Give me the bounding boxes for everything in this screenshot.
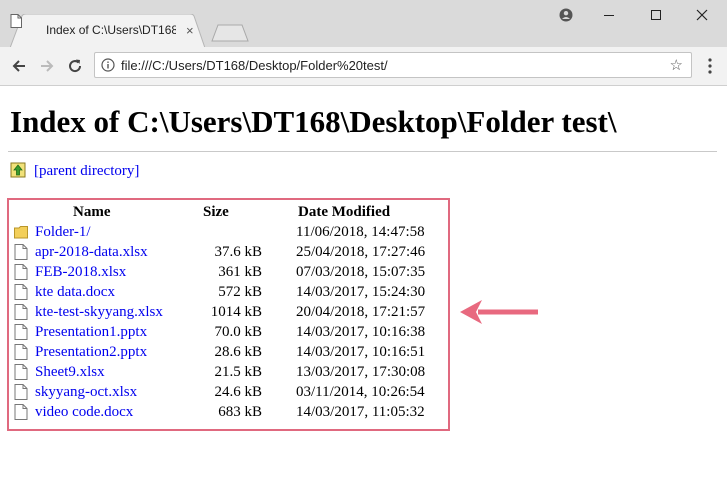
tab-close-icon[interactable]: × <box>186 23 194 38</box>
list-item[interactable]: Sheet9.xlsx 21.5 kB 13/03/2017, 17:30:08 <box>9 362 448 382</box>
browser-tab[interactable]: Index of C:\Users\DT168\ × <box>10 14 205 48</box>
maximize-button[interactable] <box>636 4 676 26</box>
file-name-link[interactable]: Presentation2.pptx <box>35 344 147 361</box>
file-size: 1014 kB <box>210 304 262 320</box>
reload-icon <box>69 59 82 73</box>
page-icon <box>10 14 22 28</box>
file-date-modified: 14/03/2017, 11:05:32 <box>296 404 425 420</box>
file-date-modified: 07/03/2018, 15:07:35 <box>296 264 426 280</box>
file-icon <box>14 324 28 340</box>
file-icon <box>14 304 28 320</box>
file-date-modified: 14/03/2017, 15:24:30 <box>296 284 426 300</box>
parent-directory-link[interactable]: [parent directory] <box>34 163 139 180</box>
list-item[interactable]: kte data.docx 572 kB 14/03/2017, 15:24:30 <box>9 282 448 302</box>
file-date-modified: 20/04/2018, 17:21:57 <box>296 304 426 320</box>
file-date-modified: 25/04/2018, 17:27:46 <box>296 244 426 260</box>
address-bar[interactable]: file:///C:/Users/DT168/Desktop/Folder%20… <box>94 52 692 78</box>
list-item[interactable]: kte-test-skyyang.xlsx 1014 kB 20/04/2018, … <box>9 302 448 322</box>
forward-button[interactable] <box>35 54 59 78</box>
back-arrow-icon <box>12 60 25 72</box>
file-date-modified: 03/11/2014, 10:26:54 <box>296 384 425 400</box>
file-name-link[interactable]: Sheet9.xlsx <box>35 364 105 381</box>
file-icon <box>14 264 28 280</box>
minimize-icon <box>604 15 614 16</box>
file-date-modified: 14/03/2017, 10:16:51 <box>296 344 426 360</box>
file-date-modified: 14/03/2017, 10:16:38 <box>296 324 426 340</box>
info-icon[interactable] <box>101 58 115 72</box>
file-icon <box>14 244 28 260</box>
list-item[interactable]: skyyang-oct.xlsx 24.6 kB 03/11/2014, 10:26… <box>9 382 448 402</box>
file-size: 683 kB <box>218 404 262 420</box>
maximize-icon <box>651 10 661 20</box>
file-icon <box>14 404 28 420</box>
file-icon <box>14 344 28 360</box>
bookmark-star-icon[interactable]: ☆ <box>670 56 683 75</box>
file-icon <box>14 284 28 300</box>
back-button[interactable] <box>7 54 31 78</box>
file-size: 572 kB <box>218 284 262 300</box>
file-name-link[interactable]: skyyang-oct.xlsx <box>35 384 137 401</box>
directory-listing: Name Size Date Modified Folder-1/11/06/2… <box>7 198 450 431</box>
file-name-link[interactable]: video code.docx <box>35 404 133 421</box>
tab-title: Index of C:\Users\DT168\ <box>46 23 176 37</box>
list-item[interactable]: video code.docx 683 kB 14/03/2017, 11:05:3… <box>9 402 448 422</box>
list-item[interactable]: Presentation1.pptx 70.0 kB 14/03/2017, 10:… <box>9 322 448 342</box>
new-tab-button[interactable] <box>210 24 250 42</box>
file-name-link[interactable]: kte-test-skyyang.xlsx <box>35 304 163 321</box>
file-icon <box>14 364 28 380</box>
file-size: 361 kB <box>218 264 262 280</box>
page-title: Index of C:\Users\DT168\Desktop\Folder t… <box>10 104 617 139</box>
browser-menu-icon[interactable] <box>704 56 716 76</box>
file-name-link[interactable]: FEB-2018.xlsx <box>35 264 126 281</box>
close-window-button[interactable] <box>682 4 722 26</box>
file-name-link[interactable]: Folder-1/ <box>35 224 91 241</box>
forward-arrow-icon <box>41 60 54 72</box>
file-date-modified: 13/03/2017, 17:30:08 <box>296 364 426 380</box>
parent-directory-icon[interactable] <box>10 162 26 178</box>
column-header-size[interactable]: Size <box>203 204 229 221</box>
file-name-link[interactable]: Presentation1.pptx <box>35 324 147 341</box>
divider <box>8 151 717 152</box>
list-item[interactable]: Presentation2.pptx 28.6 kB 14/03/2017, 10:… <box>9 342 448 362</box>
minimize-button[interactable] <box>589 4 629 26</box>
file-size: 24.6 kB <box>214 384 262 400</box>
profile-icon[interactable] <box>546 4 586 26</box>
file-icon <box>14 384 28 400</box>
folder-icon <box>14 226 28 239</box>
file-name-link[interactable]: apr-2018-data.xlsx <box>35 244 148 261</box>
file-size: 37.6 kB <box>214 244 262 260</box>
file-size: 21.5 kB <box>214 364 262 380</box>
file-date-modified: 11/06/2018, 14:47:58 <box>296 224 425 240</box>
file-name-link[interactable]: kte data.docx <box>35 284 115 301</box>
file-size: 70.0 kB <box>214 324 262 340</box>
page-content: Index of C:\Users\DT168\Desktop\Folder t… <box>0 86 727 499</box>
column-header-name[interactable]: Name <box>73 204 111 221</box>
url-text[interactable]: file:///C:/Users/DT168/Desktop/Folder%20… <box>121 58 388 73</box>
column-header-date[interactable]: Date Modified <box>298 204 390 221</box>
list-item[interactable]: apr-2018-data.xlsx 37.6 kB 25/04/2018, 17:… <box>9 242 448 262</box>
browser-titlebar: Index of C:\Users\DT168\ × <box>0 0 727 48</box>
highlight-arrow-icon <box>460 300 538 324</box>
list-item[interactable]: Folder-1/11/06/2018, 14:47:58 <box>9 222 448 242</box>
close-icon <box>696 9 708 21</box>
list-item[interactable]: FEB-2018.xlsx 361 kB 07/03/2018, 15:07:35 <box>9 262 448 282</box>
browser-toolbar: file:///C:/Users/DT168/Desktop/Folder%20… <box>0 47 727 86</box>
reload-button[interactable] <box>63 54 87 78</box>
file-size: 28.6 kB <box>214 344 262 360</box>
